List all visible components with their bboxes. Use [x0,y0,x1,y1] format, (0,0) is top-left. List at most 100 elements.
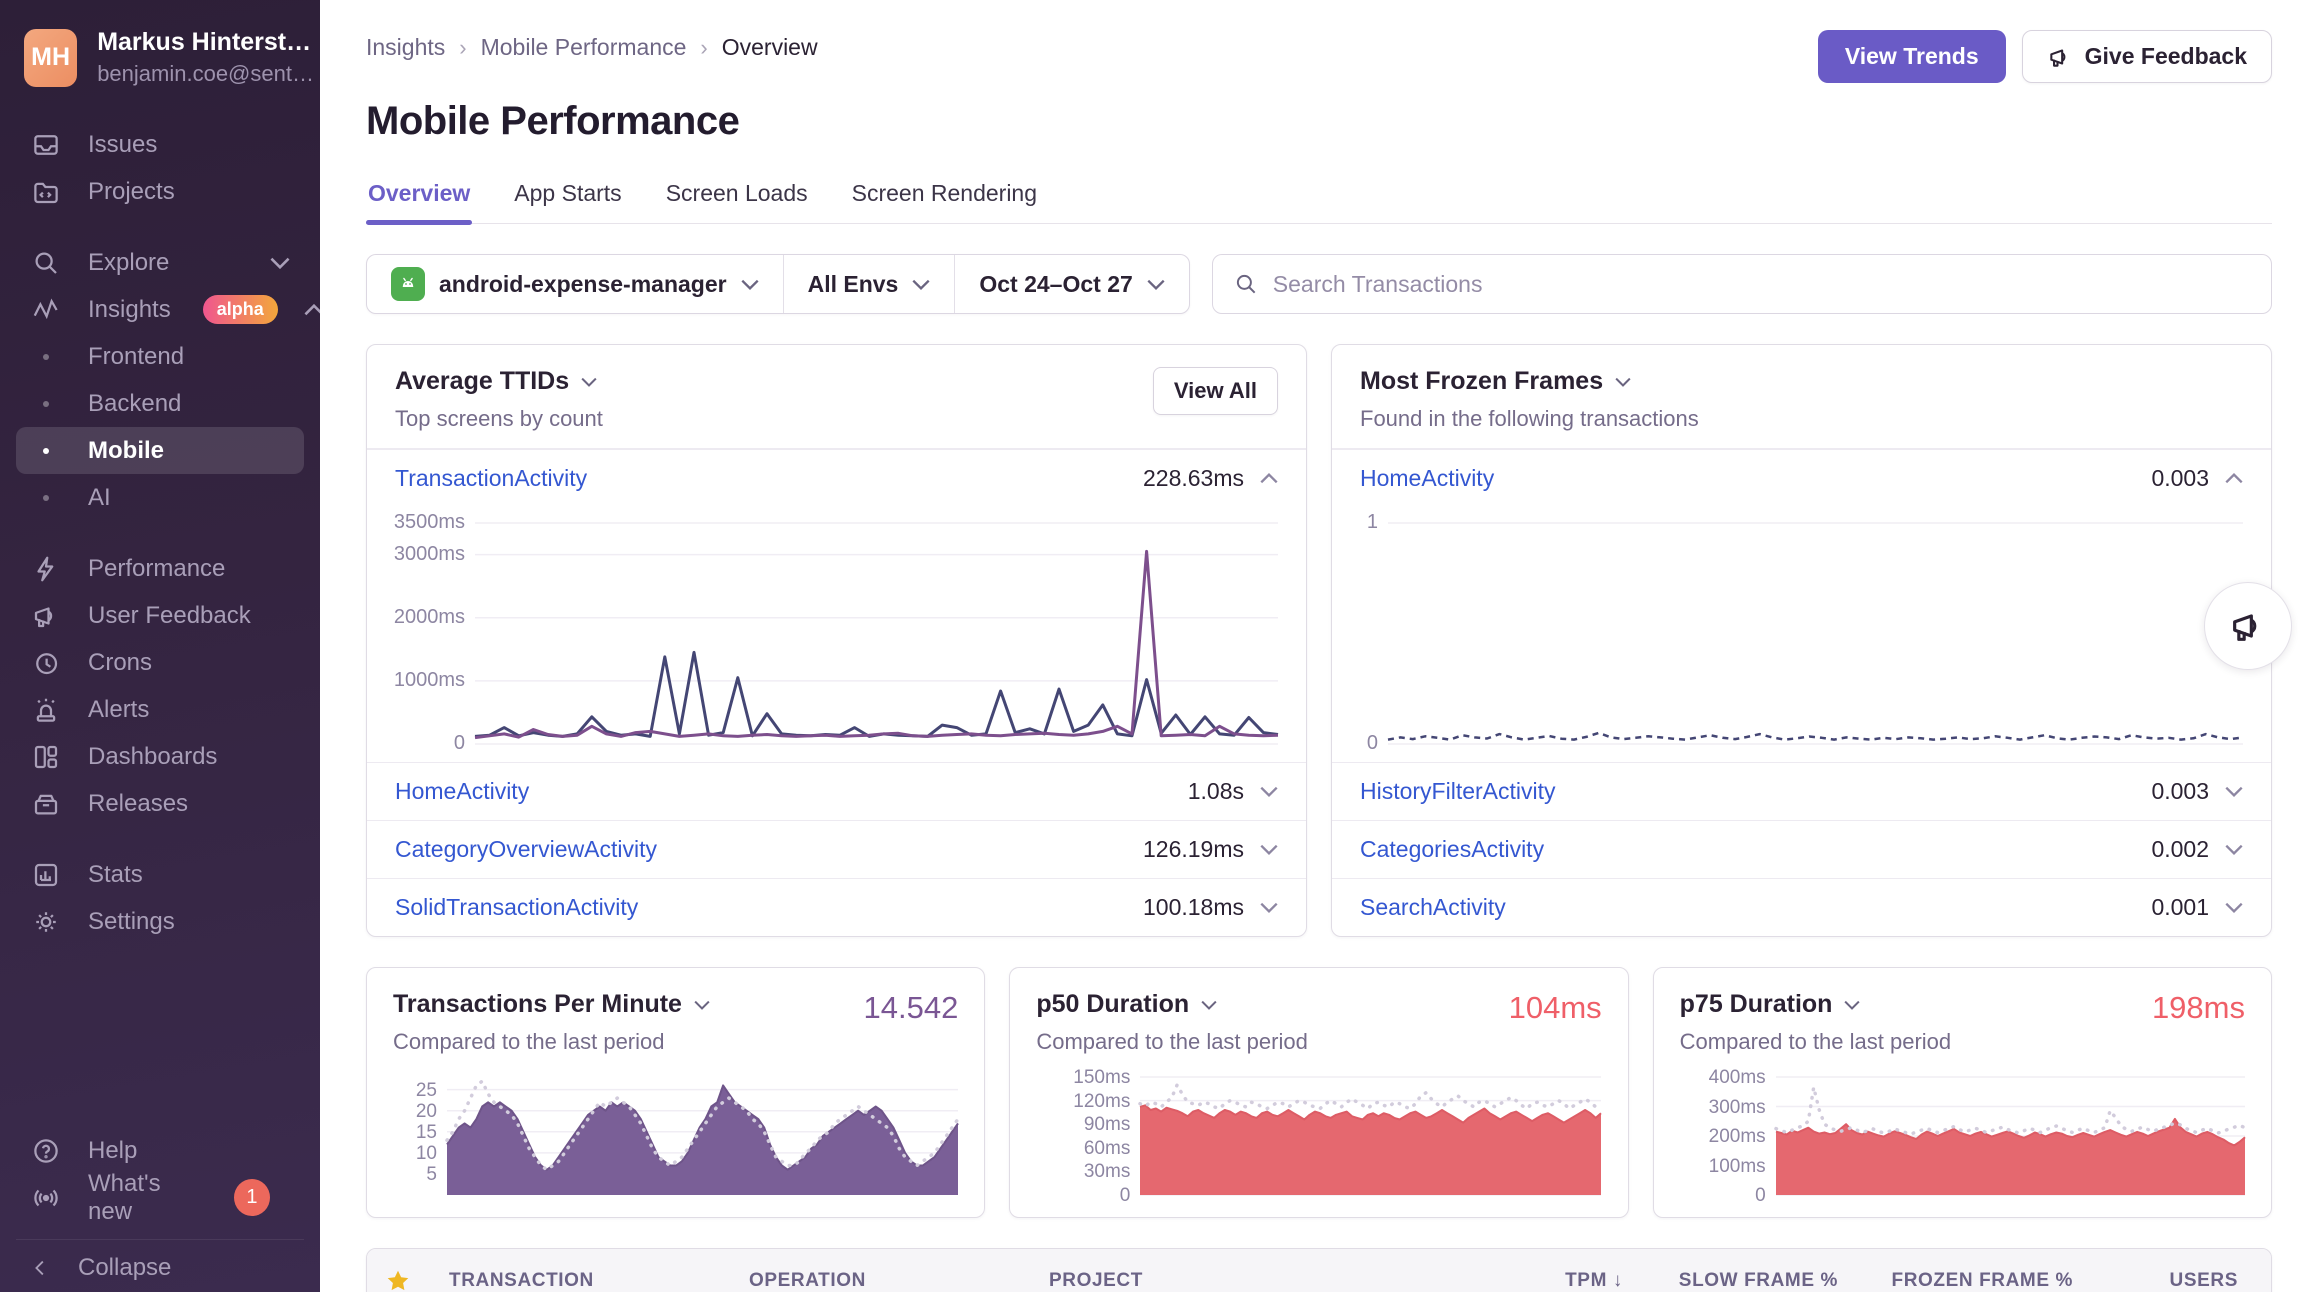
environment-selector[interactable]: All Envs [783,255,955,313]
sidebar-item-ai[interactable]: AI [16,474,304,521]
column-header-tpm[interactable]: TPM ↓ [1461,1270,1641,1292]
give-feedback-button[interactable]: Give Feedback [2022,30,2272,83]
ttid-row: CategoryOverviewActivity 126.19ms [367,820,1306,878]
sidebar-item-help[interactable]: Help [16,1127,304,1174]
transaction-link[interactable]: SolidTransactionActivity [395,894,638,921]
chevron-down-icon[interactable] [2225,786,2243,797]
transaction-search[interactable] [1212,254,2272,314]
chevron-down-icon [741,279,759,290]
column-header-slow-frame[interactable]: SLOW FRAME % [1641,1270,1856,1292]
card-title: Average TTIDs [395,367,569,396]
sidebar-item-backend[interactable]: Backend [16,380,304,427]
issues-icon [30,129,62,161]
chevron-down-icon[interactable] [1260,786,1278,797]
date-range-selector[interactable]: Oct 24–Oct 27 [954,255,1188,313]
sidebar-item-crons[interactable]: Crons [16,639,304,686]
p50-selector[interactable]: p50 Duration [1036,990,1308,1019]
sidebar-item-whats-new[interactable]: What's new 1 [16,1174,304,1221]
sidebar-item-label: What's new [88,1170,208,1226]
search-input[interactable] [1273,271,2251,298]
breadcrumb-separator: › [459,35,466,61]
bullet-icon [30,401,62,407]
average-ttids-selector[interactable]: Average TTIDs [395,367,603,396]
transaction-link[interactable]: CategoriesActivity [1360,836,1544,863]
project-selector[interactable]: android-expense-manager [367,255,783,313]
sidebar-item-user-feedback[interactable]: User Feedback [16,592,304,639]
row-value: 0.003 [2151,778,2209,805]
tab-app-starts[interactable]: App Starts [512,180,623,223]
sidebar-item-projects[interactable]: Projects [16,168,304,215]
sidebar-item-dashboards[interactable]: Dashboards [16,733,304,780]
chevron-down-icon [1615,377,1631,387]
megaphone-icon [2228,606,2268,646]
sidebar-item-insights[interactable]: Insights alpha [16,286,304,333]
chevron-down-icon[interactable] [2225,844,2243,855]
chevron-down-icon[interactable] [2225,902,2243,913]
sidebar-item-frontend[interactable]: Frontend [16,333,304,380]
tab-overview[interactable]: Overview [366,180,472,223]
help-icon [30,1135,62,1167]
column-header-user-misery[interactable]: USER MISERY [2256,1270,2272,1292]
sidebar-item-label: Alerts [88,696,149,724]
transaction-link[interactable]: HomeActivity [395,778,529,805]
sidebar-item-issues[interactable]: Issues [16,121,304,168]
activity-icon [30,294,62,326]
view-all-button[interactable]: View All [1153,367,1278,415]
ttid-row: SolidTransactionActivity 100.18ms [367,878,1306,936]
star-column-header[interactable] [367,1268,431,1292]
column-header-operation[interactable]: OPERATION [731,1270,1031,1292]
frozen-row-expanded: HomeActivity 0.003 [1332,449,2271,507]
user-menu[interactable]: MH Markus Hinterst… benjamin.coe@sent… [0,24,320,91]
row-value: 1.08s [1188,778,1244,805]
view-trends-button[interactable]: View Trends [1818,30,2006,83]
tpm-card: Transactions Per Minute Compared to the … [366,967,985,1218]
metric-title: p50 Duration [1036,990,1189,1019]
row-value: 0.002 [2151,836,2209,863]
tpm-selector[interactable]: Transactions Per Minute [393,990,710,1019]
sidebar-item-performance[interactable]: Performance [16,545,304,592]
chevron-down-icon [1201,1000,1217,1010]
breadcrumb-insights[interactable]: Insights [366,34,445,61]
megaphone-icon [2047,44,2073,70]
sidebar-item-explore[interactable]: Explore [16,239,304,286]
chevron-down-icon[interactable] [1260,844,1278,855]
p75-selector[interactable]: p75 Duration [1680,990,1952,1019]
sidebar-item-label: User Feedback [88,602,251,630]
sidebar-item-label: Explore [88,249,169,277]
column-header-users[interactable]: USERS [2091,1270,2256,1292]
chevron-down-icon[interactable] [1260,902,1278,913]
most-frozen-frames-selector[interactable]: Most Frozen Frames [1360,367,1699,396]
column-header-transaction[interactable]: TRANSACTION [431,1270,731,1292]
transaction-link[interactable]: HomeActivity [1360,465,1494,492]
column-header-project[interactable]: PROJECT [1031,1270,1461,1292]
tab-screen-rendering[interactable]: Screen Rendering [850,180,1039,223]
transaction-link[interactable]: SearchActivity [1360,894,1506,921]
alpha-badge: alpha [203,295,278,324]
transaction-link[interactable]: TransactionActivity [395,465,587,492]
metric-title: Transactions Per Minute [393,990,682,1019]
sidebar-item-releases[interactable]: Releases [16,780,304,827]
chevron-up-icon[interactable] [2225,473,2243,484]
sidebar-item-settings[interactable]: Settings [16,898,304,945]
transactions-table: TRANSACTION OPERATION PROJECT TPM ↓ SLOW… [366,1248,2272,1292]
star-filled-icon [385,1268,411,1292]
android-project-icon [391,267,425,301]
chevron-up-icon[interactable] [1260,473,1278,484]
sidebar-collapse-button[interactable]: Collapse [16,1239,304,1292]
sidebar-item-alerts[interactable]: Alerts [16,686,304,733]
sidebar-item-mobile[interactable]: Mobile [16,427,304,474]
sort-down-icon: ↓ [1613,1270,1623,1292]
floating-feedback-button[interactable] [2204,582,2292,670]
tab-screen-loads[interactable]: Screen Loads [664,180,810,223]
date-range-value: Oct 24–Oct 27 [979,271,1132,298]
p75-value: 198ms [2152,990,2245,1026]
most-frozen-frames-card: Most Frozen Frames Found in the followin… [1331,344,2272,937]
breadcrumb-mobile-performance[interactable]: Mobile Performance [481,34,687,61]
breadcrumb-separator: › [700,35,707,61]
sidebar-item-label: Collapse [78,1254,171,1282]
column-header-frozen-frame[interactable]: FROZEN FRAME % [1856,1270,2091,1292]
sidebar-item-stats[interactable]: Stats [16,851,304,898]
transaction-link[interactable]: CategoryOverviewActivity [395,836,657,863]
transaction-link[interactable]: HistoryFilterActivity [1360,778,1556,805]
table-header-row: TRANSACTION OPERATION PROJECT TPM ↓ SLOW… [367,1249,2271,1292]
